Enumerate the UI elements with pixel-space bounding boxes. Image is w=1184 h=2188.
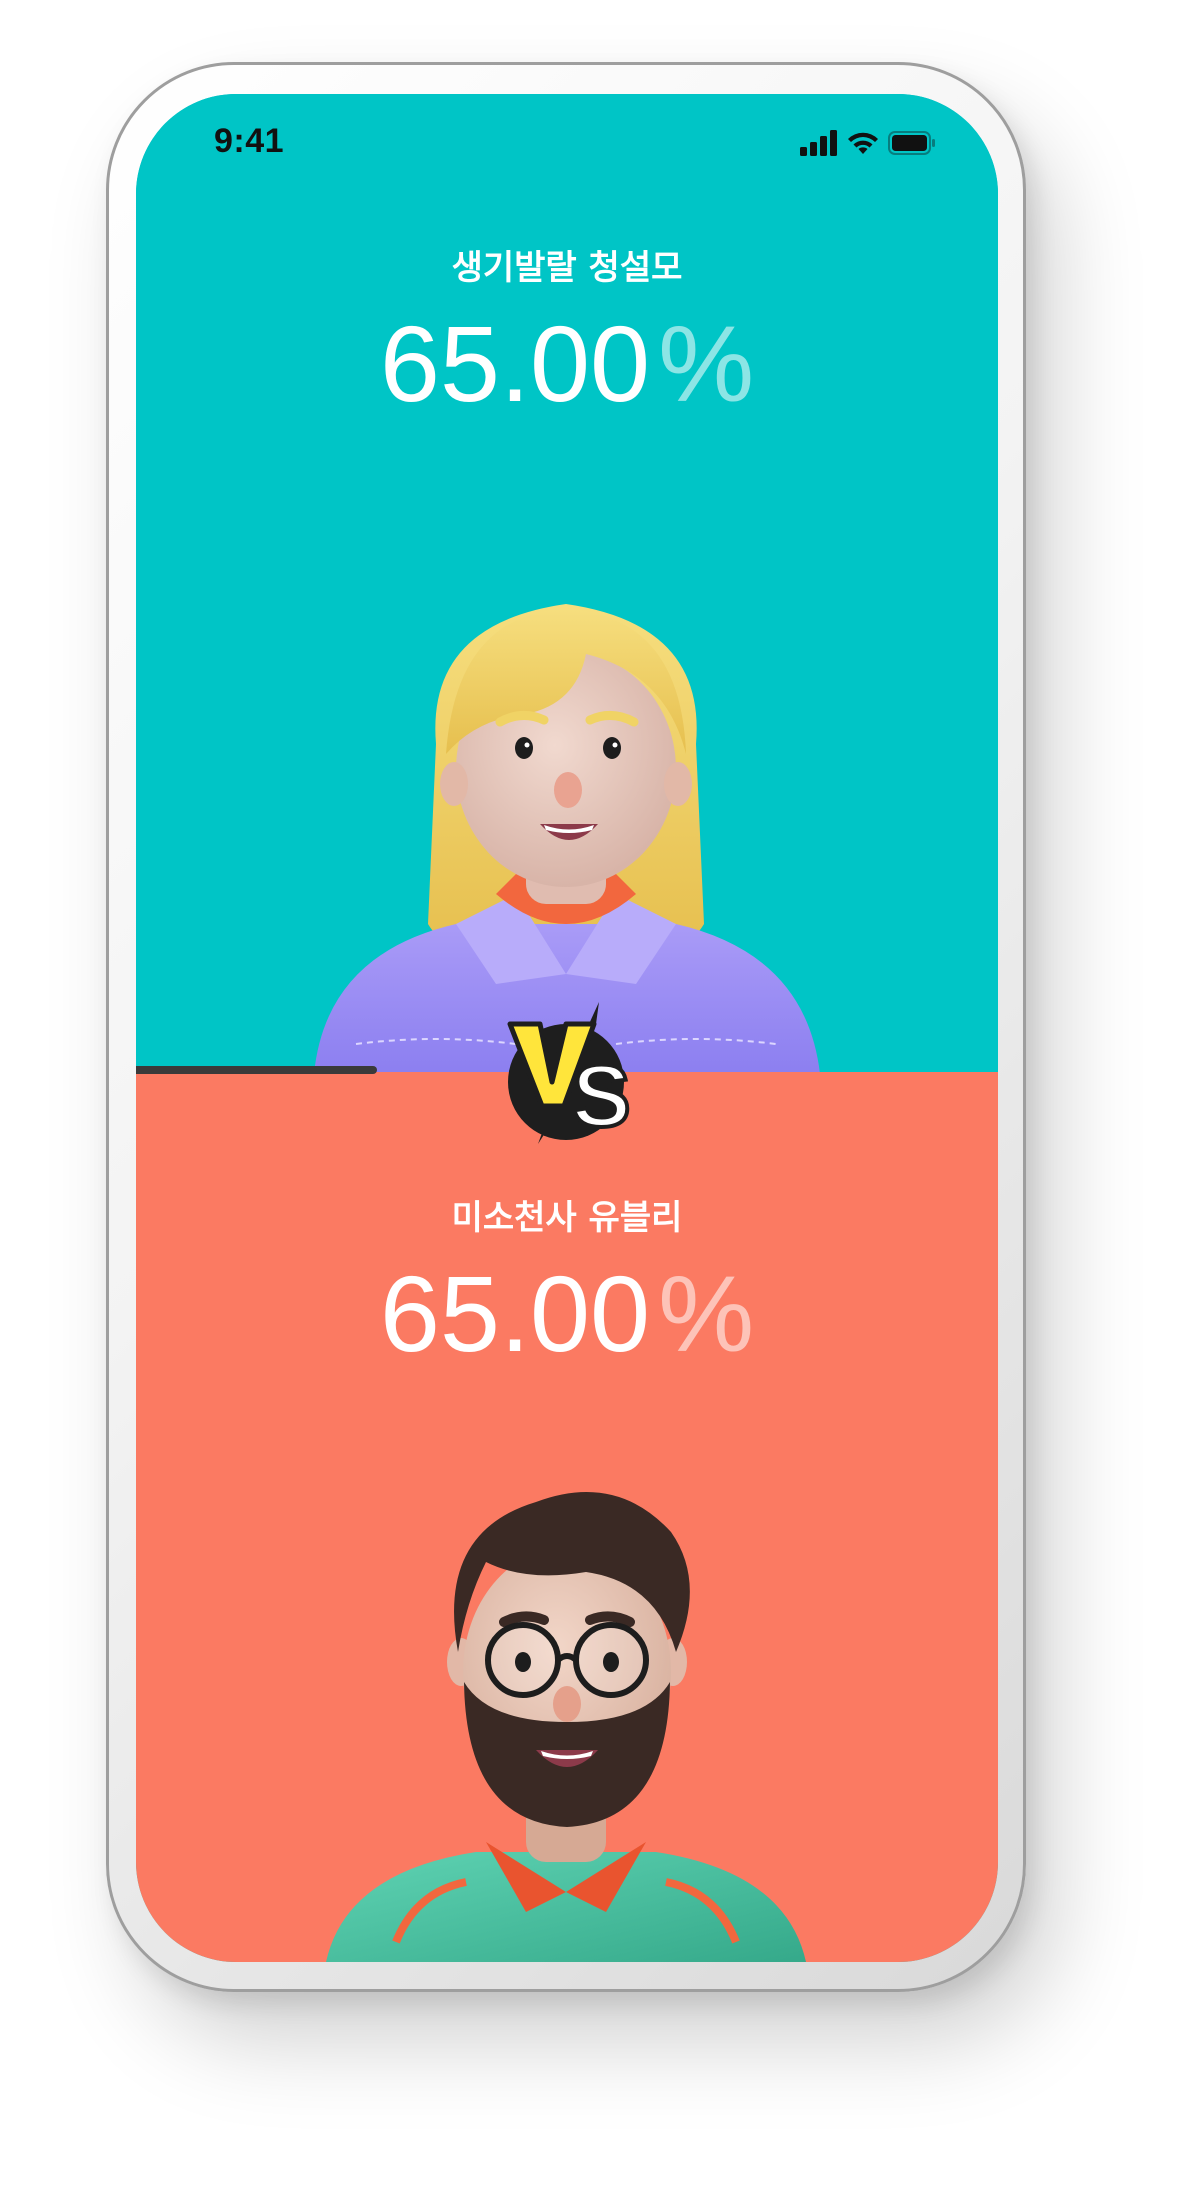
bottom-contestant-percent: 65.00% [136, 1260, 998, 1368]
cellular-signal-icon [800, 130, 837, 156]
bottom-contestant-name: 미소천사 유블리 [451, 1198, 683, 1238]
battery-icon [888, 131, 935, 155]
top-percent-sign: % [658, 303, 755, 424]
top-contestant-name: 생기발랄 청설모 [451, 248, 683, 288]
top-contestant-panel[interactable]: 9:41 생기발랄 청설모 65.00% [136, 94, 998, 1074]
top-contestant-percent: 65.00% [136, 310, 998, 418]
top-percent-value: 65.00 [379, 303, 651, 424]
bottom-percent-sign: % [658, 1253, 755, 1374]
vs-lightning-badge-icon: S [507, 1002, 633, 1147]
status-time: 9:41 [214, 122, 285, 160]
vote-progress-bar [136, 1066, 378, 1074]
status-bar: 9:41 [136, 94, 998, 174]
wifi-icon [848, 132, 878, 154]
bottom-contestant-panel[interactable]: 미소천사 유블리 65.00% [136, 1072, 998, 1962]
screen: 9:41 생기발랄 청설모 65.00% 미소천사 유블리 65.00% S [136, 94, 998, 1962]
bottom-percent-value: 65.00 [379, 1253, 651, 1374]
svg-text:S: S [572, 1046, 631, 1145]
bearded-man-avatar [326, 1492, 806, 1962]
